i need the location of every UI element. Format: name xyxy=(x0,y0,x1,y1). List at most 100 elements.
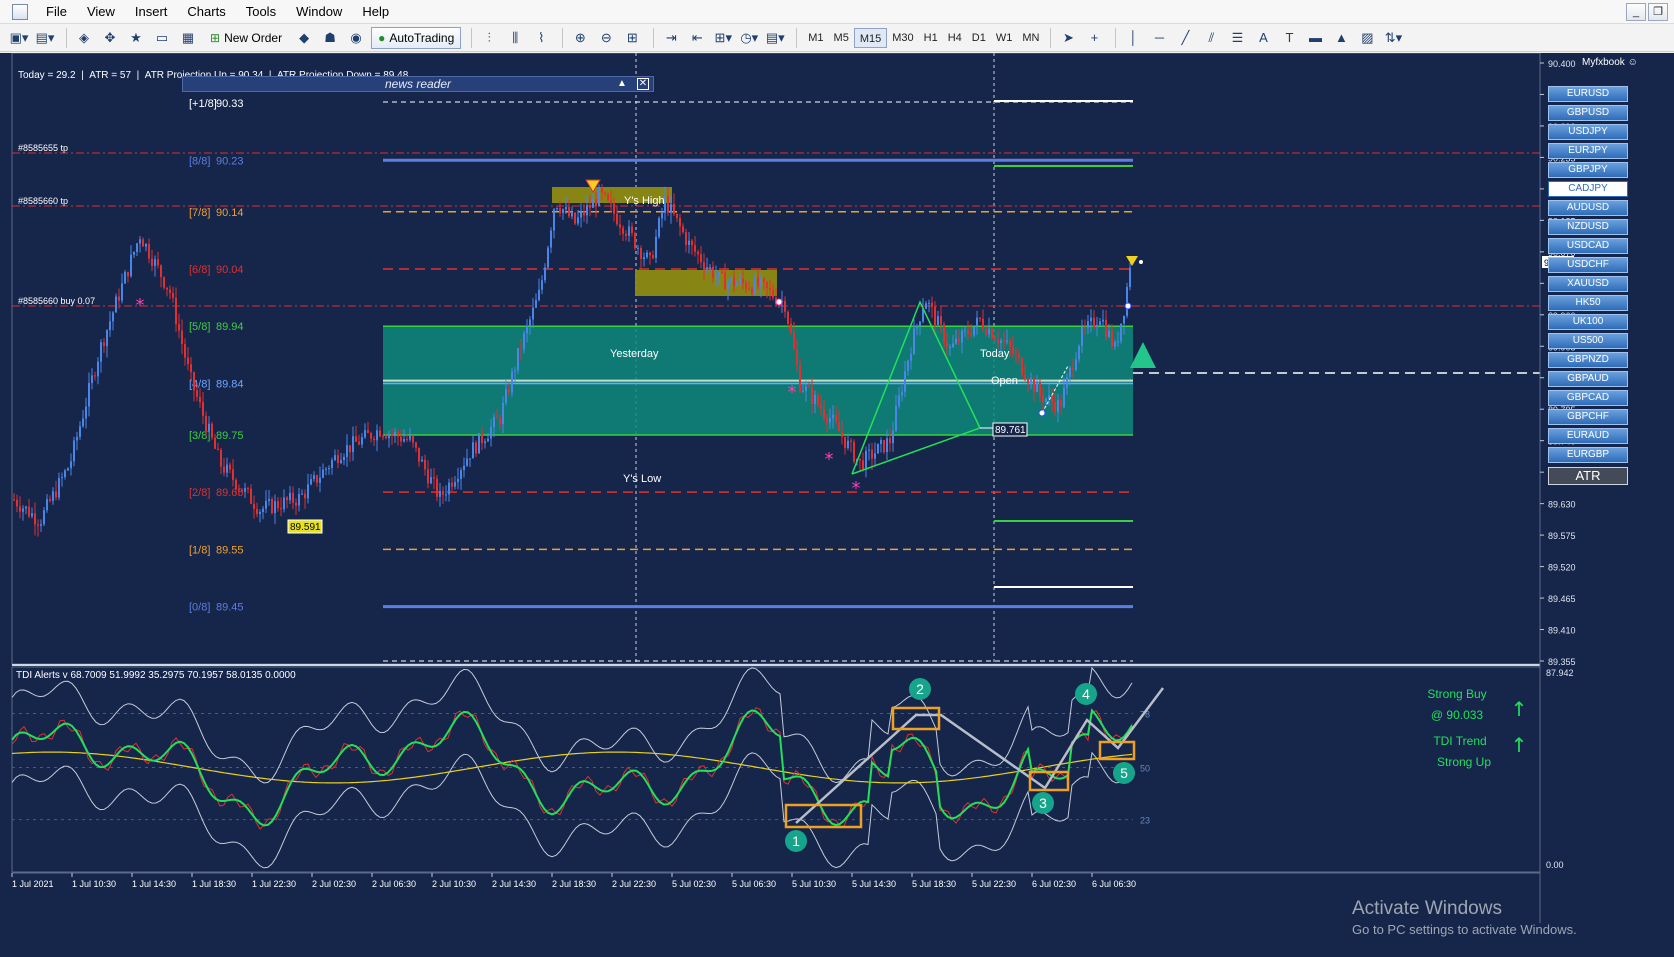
periods-icon[interactable]: ◷▾ xyxy=(738,27,760,49)
triangle-icon[interactable]: ▲ xyxy=(1330,27,1352,49)
chart-window[interactable]: [+2/8]90.43[+1/8]90.33[8/8]90.23[7/8]90.… xyxy=(0,53,1674,957)
line-chart-icon[interactable]: ⌇ xyxy=(530,27,552,49)
indicators-icon[interactable]: ⊞▾ xyxy=(712,27,734,49)
metaeditor-icon[interactable]: ◆ xyxy=(293,27,315,49)
zoom-in-icon[interactable]: ⊕ xyxy=(569,27,591,49)
timeframe-h1[interactable]: H1 xyxy=(919,28,943,48)
symbol-button-audusd[interactable]: AUDUSD xyxy=(1548,200,1628,216)
symbol-button-cadjpy[interactable]: CADJPY xyxy=(1548,181,1628,197)
symbol-button-uk100[interactable]: UK100 xyxy=(1548,314,1628,330)
symbol-button-eurusd[interactable]: EURUSD xyxy=(1548,86,1628,102)
symbol-button-euraud[interactable]: EURAUD xyxy=(1548,428,1628,444)
timeframe-w1[interactable]: W1 xyxy=(991,28,1018,48)
symbol-button-usdjpy[interactable]: USDJPY xyxy=(1548,124,1628,140)
arrows-icon[interactable]: ⇅▾ xyxy=(1382,27,1404,49)
symbol-button-hk50[interactable]: HK50 xyxy=(1548,295,1628,311)
candle-chart-icon[interactable]: ⫼ xyxy=(504,27,526,49)
crosshair-icon[interactable]: ✥ xyxy=(99,27,121,49)
menu-file[interactable]: File xyxy=(36,0,77,24)
channel-icon[interactable]: ⫽ xyxy=(1200,27,1222,49)
price-box-mid-text: 89.761 xyxy=(995,425,1026,436)
candle-body xyxy=(1021,358,1023,375)
new-chart-icon[interactable]: ▣▾ xyxy=(8,27,30,49)
candle-body xyxy=(1006,340,1008,342)
vertical-line-icon[interactable]: │ xyxy=(1122,27,1144,49)
symbol-button-gbpnzd[interactable]: GBPNZD xyxy=(1548,352,1628,368)
candle-body xyxy=(382,436,384,438)
navigator-icon[interactable]: ★ xyxy=(125,27,147,49)
candle-body xyxy=(250,488,252,504)
candle-body xyxy=(898,395,900,407)
symbol-button-gbpjpy[interactable]: GBPJPY xyxy=(1548,162,1628,178)
timeframe-m5[interactable]: M5 xyxy=(829,28,854,48)
horizontal-line-icon[interactable]: ─ xyxy=(1148,27,1170,49)
atr-button[interactable]: ATR xyxy=(1548,467,1628,485)
candle-body xyxy=(289,492,291,501)
symbol-button-gbpcad[interactable]: GBPCAD xyxy=(1548,390,1628,406)
zoom-out-icon[interactable]: ⊖ xyxy=(595,27,617,49)
murrey-price: 89.45 xyxy=(216,602,244,614)
timeframe-m1[interactable]: M1 xyxy=(803,28,828,48)
candle-body xyxy=(40,524,42,526)
candle-body xyxy=(772,289,774,298)
tile-windows-icon[interactable]: ⊞ xyxy=(621,27,643,49)
chart-shift-icon[interactable]: ⇤ xyxy=(686,27,708,49)
menu-help[interactable]: Help xyxy=(352,0,399,24)
price-chart[interactable]: [+2/8]90.43[+1/8]90.33[8/8]90.23[7/8]90.… xyxy=(0,53,1674,957)
murrey-price: 90.23 xyxy=(216,155,244,167)
autotrading-button[interactable]: ● AutoTrading xyxy=(371,26,462,49)
profiles-icon[interactable]: ▤▾ xyxy=(34,27,56,49)
symbol-button-gbpaud[interactable]: GBPAUD xyxy=(1548,371,1628,387)
timeframe-d1[interactable]: D1 xyxy=(967,28,991,48)
symbol-button-xauusd[interactable]: XAUUSD xyxy=(1548,276,1628,292)
bar-chart-icon[interactable]: ⫶ xyxy=(478,27,500,49)
symbol-button-gbpchf[interactable]: GBPCHF xyxy=(1548,409,1628,425)
rectangle-icon[interactable]: ▬ xyxy=(1304,27,1326,49)
trendline-icon[interactable]: ╱ xyxy=(1174,27,1196,49)
collapse-icon[interactable]: ▲ xyxy=(615,77,629,91)
candle-body xyxy=(340,460,342,463)
pattern-icon[interactable]: ▨ xyxy=(1356,27,1378,49)
restore-icon[interactable]: ❐ xyxy=(1648,3,1668,21)
candle-body xyxy=(622,227,624,234)
candle-body xyxy=(187,357,189,365)
menu-insert[interactable]: Insert xyxy=(125,0,178,24)
timeframe-h4[interactable]: H4 xyxy=(943,28,967,48)
timeframe-m15[interactable]: M15 xyxy=(853,27,888,48)
news-reader-panel[interactable]: news reader ▲ ✕ xyxy=(182,76,654,92)
menu-charts[interactable]: Charts xyxy=(177,0,235,24)
candle-body xyxy=(373,438,375,441)
symbol-button-usdchf[interactable]: USDCHF xyxy=(1548,257,1628,273)
text-label-icon[interactable]: T xyxy=(1278,27,1300,49)
symbol-button-gbpusd[interactable]: GBPUSD xyxy=(1548,105,1628,121)
symbol-button-us500[interactable]: US500 xyxy=(1548,333,1628,349)
cursor-icon[interactable]: ➤ xyxy=(1057,27,1079,49)
templates-icon[interactable]: ▤▾ xyxy=(764,27,786,49)
candle-body xyxy=(757,277,759,287)
candle-body xyxy=(598,187,600,207)
new-order-button[interactable]: ⊞ New Order xyxy=(203,27,289,49)
symbol-button-nzdusd[interactable]: NZDUSD xyxy=(1548,219,1628,235)
menu-window[interactable]: Window xyxy=(286,0,352,24)
candle-body xyxy=(271,499,273,514)
signals-icon[interactable]: ☗ xyxy=(319,27,341,49)
timeframe-m30[interactable]: M30 xyxy=(887,28,918,48)
text-icon[interactable]: A xyxy=(1252,27,1274,49)
fibonacci-icon[interactable]: ☰ xyxy=(1226,27,1248,49)
terminal-icon[interactable]: ▭ xyxy=(151,27,173,49)
minimize-icon[interactable]: _ xyxy=(1626,3,1646,21)
close-icon[interactable]: ✕ xyxy=(637,78,649,90)
symbol-button-eurjpy[interactable]: EURJPY xyxy=(1548,143,1628,159)
tester-icon[interactable]: ▦ xyxy=(177,27,199,49)
candle-body xyxy=(85,406,87,419)
timeframe-mn[interactable]: MN xyxy=(1017,28,1044,48)
autoscroll-icon[interactable]: ⇥ xyxy=(660,27,682,49)
symbol-button-usdcad[interactable]: USDCAD xyxy=(1548,238,1628,254)
symbol-button-eurgbp[interactable]: EURGBP xyxy=(1548,447,1628,463)
murrey-label: [+1/8] xyxy=(189,98,217,110)
market-icon[interactable]: ◉ xyxy=(345,27,367,49)
crosshair-tool-icon[interactable]: + xyxy=(1083,27,1105,49)
market-watch-icon[interactable]: ◈ xyxy=(73,27,95,49)
menu-tools[interactable]: Tools xyxy=(236,0,286,24)
menu-view[interactable]: View xyxy=(77,0,125,24)
